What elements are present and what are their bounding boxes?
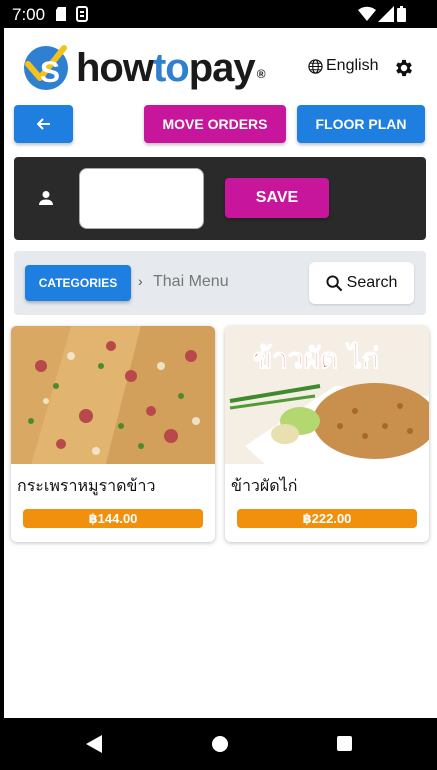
search-button[interactable]: Search [309,262,414,304]
logo-how: how [76,46,154,90]
categories-button[interactable]: CATEGORIES [25,265,131,301]
signal-icon [378,6,394,22]
globe-icon [308,58,323,74]
logo-badge-icon: S [24,45,68,90]
menu-item-card[interactable]: กระเพราหมูราดข้าว ฿144.00 [11,326,215,542]
app-screen: S howtopay ® English MOVE ORDERS FLOOR PL… [4,28,437,718]
battery-icon [397,6,406,22]
menu-item-image [11,326,215,464]
arrow-left-icon [36,118,50,130]
customer-name-input[interactable] [79,168,204,229]
logo-wordmark: howtopay ® [76,44,266,92]
search-icon [326,274,342,291]
menu-item-image-caption: ข้าวผัด ไก่ [253,342,379,375]
logo-to: to [152,46,190,90]
nav-home-icon[interactable] [212,736,228,752]
back-button[interactable] [14,105,73,143]
save-button[interactable]: SAVE [225,178,329,218]
menu-item-name: กระเพราหมูราดข้าว [17,478,156,495]
status-bar: 7:00 [0,0,437,30]
floor-plan-button[interactable]: FLOOR PLAN [297,105,425,143]
menu-item-price: ฿144.00 [23,509,203,528]
move-orders-button[interactable]: MOVE ORDERS [144,105,286,143]
sd-card-icon [56,7,66,21]
search-label: Search [346,274,398,291]
order-panel: SAVE [14,157,426,240]
person-icon [39,191,53,205]
language-selector[interactable]: English [308,57,378,75]
header: S howtopay ® English [4,28,437,104]
nav-recents-icon[interactable] [337,736,352,751]
menu-item-price: ฿222.00 [237,509,417,528]
sync-icon [76,6,88,22]
logo-registered: ® [256,67,266,81]
menu-item-name: ข้าวผัดไก่ [231,478,298,495]
wifi-icon [358,6,376,22]
logo-pay: pay [188,46,256,90]
svg-text:S: S [40,56,60,89]
status-time: 7:00 [12,5,46,24]
category-bar: CATEGORIES › Thai Menu Search [14,251,426,315]
gear-icon[interactable] [393,57,415,79]
android-nav-bar [0,718,437,770]
menu-item-image: ข้าวผัด ไก่ [225,326,429,464]
breadcrumb-current-category[interactable]: Thai Menu [153,273,229,291]
menu-item-card[interactable]: ข้าวผัด ไก่ ข้าวผัดไก่ ฿222.00 [225,326,429,542]
howtopay-logo[interactable]: S howtopay ® [20,42,266,92]
nav-back-icon[interactable] [86,735,102,753]
language-label: English [326,57,379,74]
breadcrumb-separator: › [138,273,143,289]
